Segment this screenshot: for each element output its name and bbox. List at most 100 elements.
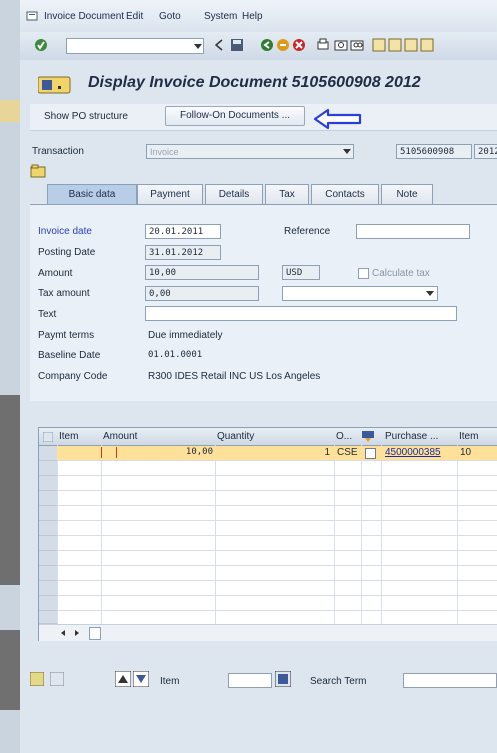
tax-amount-field[interactable]: 0,00 (145, 286, 259, 301)
horizontal-scrollbar[interactable] (39, 624, 497, 641)
transaction-label: Transaction (32, 146, 84, 157)
menu-system[interactable]: System (204, 11, 237, 22)
row-selector[interactable] (39, 506, 57, 521)
menu-help[interactable]: Help (242, 11, 263, 22)
table-row[interactable] (57, 476, 497, 491)
chevron-down-icon[interactable] (343, 148, 351, 155)
cancel-icon[interactable] (292, 38, 306, 52)
scroll-left-icon[interactable] (59, 629, 67, 637)
menu-invoice-document[interactable]: Invoice Document (44, 11, 124, 22)
row-checkbox[interactable] (365, 448, 376, 459)
back-icon[interactable] (260, 38, 274, 52)
search-term-field[interactable] (403, 673, 497, 688)
first-page-icon[interactable] (372, 38, 386, 52)
col-order-unit[interactable]: O... (336, 431, 352, 442)
col-item[interactable]: Item (59, 431, 78, 442)
print-icon[interactable] (316, 38, 330, 52)
tab-payment[interactable]: Payment (137, 184, 203, 204)
table-row[interactable] (57, 551, 497, 566)
row-selector[interactable] (39, 521, 57, 536)
follow-on-documents-button[interactable]: Follow-On Documents ... (165, 106, 305, 126)
show-po-structure-button[interactable]: Show PO structure (44, 111, 128, 122)
col-quantity[interactable]: Quantity (217, 431, 254, 442)
scroll-right-icon[interactable] (73, 629, 81, 637)
amount-field[interactable]: 10,00 (145, 265, 259, 280)
find-next-icon[interactable] (350, 38, 364, 52)
col-po-item[interactable]: Item (459, 431, 478, 442)
posting-date-label: Posting Date (38, 247, 96, 258)
last-page-icon[interactable] (420, 38, 434, 52)
position-icon[interactable] (275, 671, 291, 687)
menu-edit[interactable]: Edit (126, 11, 143, 22)
row-selector[interactable] (39, 536, 57, 551)
tax-amount-label: Tax amount (38, 288, 90, 299)
invoice-status-icon (38, 76, 71, 94)
calculate-tax-checkbox[interactable] (358, 268, 369, 279)
chevron-down-icon[interactable] (426, 290, 434, 297)
save-icon[interactable] (230, 38, 244, 52)
tab-strip: Basic data Payment Details Tax Contacts … (35, 184, 497, 204)
next-page-icon[interactable] (404, 38, 418, 52)
row-purchase-order-link[interactable]: 4500000385 (385, 447, 441, 458)
row-selector[interactable] (39, 476, 57, 491)
table-row[interactable] (57, 566, 497, 581)
scroll-thumb[interactable] (89, 627, 101, 640)
row-selector[interactable] (39, 566, 57, 581)
tab-details[interactable]: Details (205, 184, 263, 204)
table-row[interactable] (57, 521, 497, 536)
command-field[interactable] (66, 38, 204, 54)
row-selector[interactable] (39, 611, 57, 624)
text-field[interactable] (145, 306, 457, 321)
table-row[interactable] (57, 536, 497, 551)
menu-icon[interactable] (26, 10, 38, 22)
back-nav-icon[interactable] (214, 39, 224, 51)
table-row[interactable]: 10,00 1 CSE 4500000385 10 (57, 446, 497, 461)
row-amount: 10,00 (185, 447, 213, 457)
tab-tax[interactable]: Tax (265, 184, 309, 204)
sort-ascending-icon[interactable] (115, 671, 131, 687)
transaction-select[interactable]: Invoice (146, 144, 354, 159)
enter-check-icon[interactable] (34, 38, 48, 52)
table-row[interactable] (57, 596, 497, 611)
deselect-icon[interactable] (50, 672, 64, 686)
row-selector[interactable] (39, 596, 57, 611)
filter-icon[interactable] (362, 431, 374, 442)
background-panel (0, 395, 20, 585)
row-po-item: 10 (460, 447, 472, 458)
menu-goto[interactable]: Goto (159, 11, 181, 22)
currency-field[interactable]: USD (282, 265, 320, 280)
fiscal-year-field: 2012 (474, 144, 497, 159)
sort-descending-icon[interactable] (133, 671, 149, 687)
table-row[interactable] (57, 491, 497, 506)
select-all-icon[interactable] (43, 432, 53, 442)
col-purchase-order[interactable]: Purchase ... (385, 431, 438, 442)
row-selector[interactable] (39, 446, 57, 461)
exit-icon[interactable] (276, 38, 290, 52)
tax-code-select[interactable] (282, 286, 438, 301)
page-title: Display Invoice Document 5105600908 2012 (88, 74, 421, 91)
row-selector[interactable] (39, 551, 57, 566)
folder-icon[interactable] (30, 163, 46, 179)
posting-date-field[interactable]: 31.01.2012 (145, 245, 221, 260)
table-row[interactable] (57, 506, 497, 521)
col-amount[interactable]: Amount (103, 431, 137, 442)
previous-page-icon[interactable] (388, 38, 402, 52)
chevron-down-icon[interactable] (194, 42, 202, 50)
row-selector[interactable] (39, 461, 57, 476)
company-code-label: Company Code (38, 371, 108, 382)
tab-contacts[interactable]: Contacts (311, 184, 379, 204)
tab-note[interactable]: Note (381, 184, 433, 204)
table-row[interactable] (57, 461, 497, 476)
reference-field[interactable] (356, 224, 470, 239)
item-field[interactable] (228, 673, 272, 688)
find-icon[interactable] (334, 38, 348, 52)
table-row[interactable] (57, 581, 497, 596)
row-quantity: 1 (324, 447, 330, 458)
row-selector[interactable] (39, 581, 57, 596)
amount-label: Amount (38, 268, 73, 279)
invoice-date-field[interactable]: 20.01.2011 (145, 224, 221, 239)
tab-basic-data[interactable]: Basic data (47, 184, 137, 204)
select-block-icon[interactable] (30, 672, 44, 686)
payment-terms-value: Due immediately (148, 330, 223, 341)
row-selector[interactable] (39, 491, 57, 506)
